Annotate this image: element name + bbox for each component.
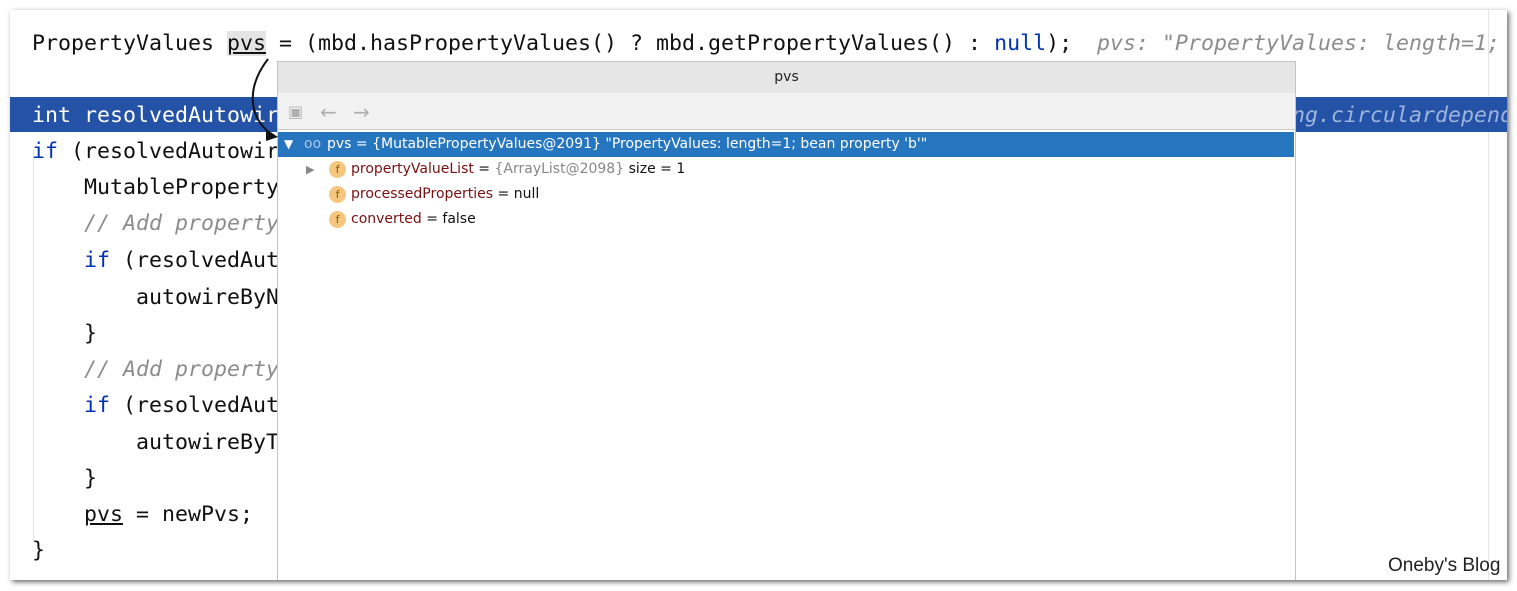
pointer-arrow <box>251 58 278 141</box>
popup-title[interactable]: pvs <box>278 62 1295 93</box>
code-line-12: } <box>84 466 98 491</box>
code-line-10: if (resolvedAut <box>84 393 280 418</box>
inline-value-hint: pvs: "PropertyValues: length=1; <box>1097 31 1501 56</box>
tree-row-processedProperties[interactable]: f processedProperties = null <box>278 182 1295 207</box>
field-icon: f <box>329 161 346 178</box>
indent-guide <box>33 150 34 542</box>
editor-frame: PropertyValues pvs = (mbd.hasPropertyVal… <box>10 10 1507 580</box>
code-line-6: if (resolvedAut <box>84 248 280 273</box>
watch-glasses-icon: oo <box>304 136 322 152</box>
code-comment-2: // Add property <box>84 357 280 382</box>
back-arrow-icon[interactable]: ← <box>320 100 337 124</box>
pvs-variable[interactable]: pvs <box>227 31 267 56</box>
watermark: Oneby's Blog <box>1388 555 1501 576</box>
code-line-13: pvs = newPvs; <box>84 502 254 527</box>
code-line-8: } <box>84 321 98 346</box>
variable-tree: ▼ oo pvs = {MutablePropertyValues@2091} … <box>278 130 1295 232</box>
forward-arrow-icon[interactable]: → <box>353 100 370 124</box>
inline-value-hint-2: ng.circulardepend <box>1292 103 1507 128</box>
right-margin-line <box>1488 10 1489 580</box>
tree-row-propertyValueList[interactable]: ▶ f propertyValueList = {ArrayList@2098}… <box>278 157 1295 182</box>
tree-row-converted[interactable]: f converted = false <box>278 207 1295 232</box>
code-line-7: autowireByN <box>136 285 280 310</box>
watch-icon[interactable]: ▣ <box>288 102 303 121</box>
code-line-1: PropertyValues pvs = (mbd.hasPropertyVal… <box>32 31 1073 56</box>
code-line-11: autowireByT <box>136 430 280 455</box>
field-icon: f <box>329 186 346 203</box>
tree-row-pvs[interactable]: ▼ oo pvs = {MutablePropertyValues@2091} … <box>278 132 1294 157</box>
code-line-4: MutableProperty <box>84 175 280 200</box>
popup-toolbar: ▣ ← → <box>278 93 1295 130</box>
field-icon: f <box>329 211 346 228</box>
code-comment-1: // Add property <box>84 211 280 236</box>
collapsed-arrow-icon[interactable]: ▶ <box>306 157 314 182</box>
debug-value-popup: pvs ▣ ← → ▼ oo pvs = {MutablePropertyVal… <box>277 61 1296 580</box>
code-line-14: } <box>32 538 46 563</box>
